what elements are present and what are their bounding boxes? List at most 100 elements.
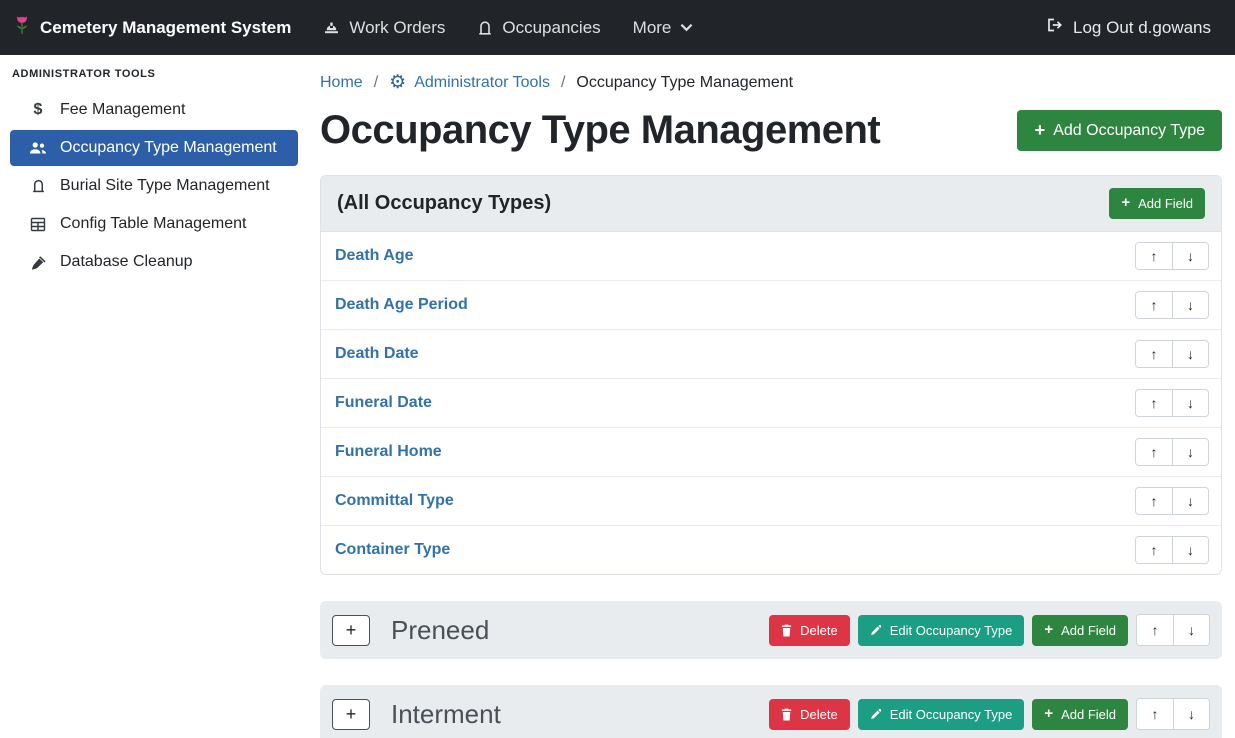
move-up-button[interactable]: ↑: [1136, 341, 1172, 367]
move-up-button[interactable]: ↑: [1137, 699, 1173, 729]
pencil-icon: [870, 708, 882, 720]
sidebar-title: ADMINISTRATOR TOOLS: [0, 68, 308, 90]
sidebar-item-database-cleanup[interactable]: Database Cleanup: [10, 244, 298, 280]
reorder-button-group: ↑ ↓: [1136, 614, 1210, 646]
reorder-button-group: ↑ ↓: [1135, 340, 1209, 368]
move-up-button[interactable]: ↑: [1136, 292, 1172, 318]
move-down-button[interactable]: ↓: [1173, 615, 1209, 645]
breadcrumb-admin-label: Administrator Tools: [414, 74, 550, 92]
field-row: Death Age ↑ ↓: [321, 232, 1221, 280]
page-header: Occupancy Type Management + Add Occupanc…: [320, 108, 1222, 153]
delete-label: Delete: [800, 707, 838, 722]
field-link[interactable]: Funeral Date: [335, 394, 432, 412]
edit-occupancy-type-button[interactable]: Edit Occupancy Type: [858, 699, 1025, 730]
nav-work-orders[interactable]: Work Orders: [323, 18, 445, 38]
page-title: Occupancy Type Management: [320, 108, 880, 153]
move-down-button[interactable]: ↓: [1172, 341, 1208, 367]
sidebar-item-occupancy-type-management[interactable]: Occupancy Type Management: [10, 130, 298, 166]
delete-button[interactable]: Delete: [769, 699, 850, 730]
move-up-button[interactable]: ↑: [1136, 390, 1172, 416]
nav-label: Work Orders: [349, 18, 445, 38]
sidebar-item-burial-site-type-management[interactable]: Burial Site Type Management: [10, 168, 298, 204]
trash-icon: [781, 708, 792, 721]
move-down-button[interactable]: ↓: [1172, 243, 1208, 269]
users-icon: [28, 141, 48, 155]
occupancy-type-section-preneed: + Preneed Delete: [320, 601, 1222, 659]
field-link[interactable]: Funeral Home: [335, 443, 442, 461]
section-actions: Delete Edit Occupancy Type + Add Field: [769, 614, 1210, 646]
edit-occupancy-type-button[interactable]: Edit Occupancy Type: [858, 615, 1025, 646]
field-link[interactable]: Death Age: [335, 247, 414, 265]
top-navbar: Cemetery Management System Work Orders: [0, 0, 1235, 55]
delete-label: Delete: [800, 623, 838, 638]
plus-icon: +: [1121, 196, 1130, 211]
logout-label: Log Out d.gowans: [1073, 18, 1211, 38]
sidebar-item-fee-management[interactable]: $ Fee Management: [10, 92, 298, 128]
sidebar-item-config-table-management[interactable]: Config Table Management: [10, 206, 298, 242]
field-link[interactable]: Death Age Period: [335, 296, 468, 314]
table-icon: [28, 217, 48, 232]
trash-icon: [781, 624, 792, 637]
section-actions: Delete Edit Occupancy Type + Add Field: [769, 698, 1210, 730]
edit-label: Edit Occupancy Type: [890, 623, 1013, 638]
sidebar-item-label: Occupancy Type Management: [60, 139, 277, 157]
breadcrumb-admin-tools-link[interactable]: ⚙ Administrator Tools: [389, 73, 550, 92]
card-header: (All Occupancy Types) + Add Field: [321, 176, 1221, 232]
plus-icon: +: [1044, 707, 1053, 722]
move-up-button[interactable]: ↑: [1136, 439, 1172, 465]
add-field-label: Add Field: [1061, 707, 1116, 722]
sidebar-item-label: Database Cleanup: [60, 253, 193, 271]
field-link[interactable]: Committal Type: [335, 492, 454, 510]
delete-button[interactable]: Delete: [769, 615, 850, 646]
dollar-icon: $: [28, 101, 48, 119]
add-field-button[interactable]: + Add Field: [1032, 699, 1128, 730]
add-occupancy-type-button[interactable]: + Add Occupancy Type: [1017, 110, 1222, 150]
breadcrumb: Home / ⚙ Administrator Tools / Occupancy…: [320, 73, 1222, 92]
breadcrumb-home-link[interactable]: Home: [320, 74, 363, 92]
reorder-button-group: ↑ ↓: [1135, 487, 1209, 515]
plus-icon: +: [1034, 121, 1045, 139]
main-content: Home / ⚙ Administrator Tools / Occupancy…: [308, 55, 1235, 738]
sidebar: ADMINISTRATOR TOOLS $ Fee Management Occ…: [0, 55, 308, 738]
brand[interactable]: Cemetery Management System: [14, 15, 291, 40]
field-row: Container Type ↑ ↓: [321, 525, 1221, 574]
add-field-label: Add Field: [1061, 623, 1116, 638]
reorder-button-group: ↑ ↓: [1135, 242, 1209, 270]
card-title: (All Occupancy Types): [337, 192, 551, 215]
move-down-button[interactable]: ↓: [1173, 699, 1209, 729]
move-up-button[interactable]: ↑: [1136, 488, 1172, 514]
reorder-button-group: ↑ ↓: [1135, 291, 1209, 319]
tombstone-icon: [28, 178, 48, 194]
add-field-button[interactable]: + Add Field: [1032, 615, 1128, 646]
expand-button[interactable]: +: [332, 615, 370, 646]
chevron-down-icon: [680, 23, 693, 32]
move-down-button[interactable]: ↓: [1172, 488, 1208, 514]
app-window: Cemetery Management System Work Orders: [0, 0, 1235, 738]
move-up-button[interactable]: ↑: [1136, 537, 1172, 563]
add-field-button[interactable]: + Add Field: [1109, 188, 1205, 219]
tulip-logo-icon: [14, 15, 30, 40]
all-occupancy-types-card: (All Occupancy Types) + Add Field Death …: [320, 175, 1222, 575]
sidebar-item-label: Config Table Management: [60, 215, 247, 233]
field-row: Death Age Period ↑ ↓: [321, 280, 1221, 329]
move-down-button[interactable]: ↓: [1172, 537, 1208, 563]
occupancy-type-name: Preneed: [391, 615, 489, 646]
nav-label: More: [633, 18, 672, 38]
nav-occupancies[interactable]: Occupancies: [477, 18, 600, 38]
sidebar-item-label: Fee Management: [60, 101, 185, 119]
move-down-button[interactable]: ↓: [1172, 292, 1208, 318]
move-down-button[interactable]: ↓: [1172, 439, 1208, 465]
move-up-button[interactable]: ↑: [1136, 243, 1172, 269]
move-down-button[interactable]: ↓: [1172, 390, 1208, 416]
logout-icon: [1046, 17, 1064, 38]
logout-button[interactable]: Log Out d.gowans: [1046, 17, 1211, 38]
tombstone-icon: [477, 20, 493, 36]
field-link[interactable]: Death Date: [335, 345, 419, 363]
expand-button[interactable]: +: [332, 699, 370, 730]
occupancy-type-name: Interment: [391, 699, 501, 730]
hard-hat-icon: [323, 20, 340, 35]
field-row: Death Date ↑ ↓: [321, 329, 1221, 378]
nav-more[interactable]: More: [633, 18, 694, 38]
field-link[interactable]: Container Type: [335, 541, 450, 559]
move-up-button[interactable]: ↑: [1137, 615, 1173, 645]
